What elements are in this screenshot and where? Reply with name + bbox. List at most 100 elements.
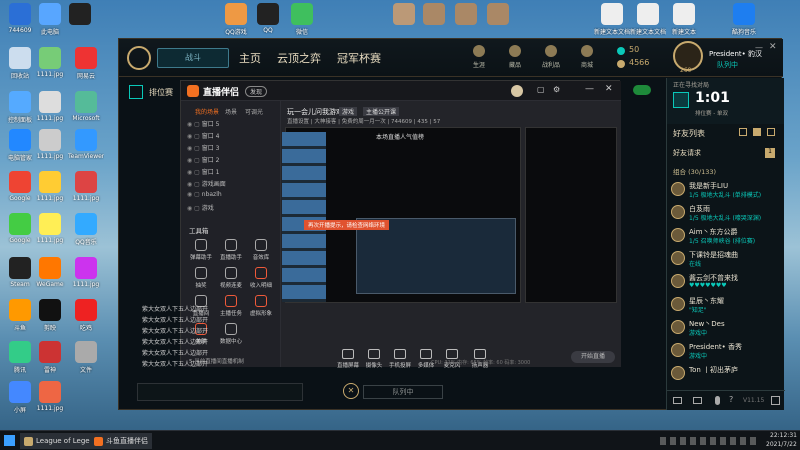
desktop-icon[interactable]: TeamViewer — [68, 129, 104, 160]
lol-logo-icon[interactable] — [127, 46, 151, 70]
settings-icon[interactable]: ⚙ — [553, 85, 560, 94]
lock-icon[interactable]: ▢ — [194, 157, 200, 164]
tool-loot[interactable]: 战利品 — [537, 45, 565, 69]
friend-item[interactable]: 酱云剑不曾来找 ♥♥♥♥♥♥♥ — [671, 272, 783, 292]
toolbox-item[interactable]: 弹幕助手 — [189, 239, 213, 261]
play-button[interactable]: 战斗 — [157, 48, 229, 68]
lock-icon[interactable]: ▢ — [194, 121, 200, 128]
taskbar-stream[interactable]: 斗鱼直播伴侣 — [90, 433, 152, 449]
desktop-icon[interactable]: 新建文本 — [666, 3, 702, 36]
desktop-icon[interactable]: 1111.jpg — [32, 381, 68, 412]
desktop-icon[interactable]: 1111.jpg — [68, 171, 104, 202]
source-item[interactable]: ◉ ▢ 窗口 5 — [187, 119, 220, 128]
lock-icon[interactable]: ▢ — [194, 181, 200, 188]
chat-icon[interactable] — [673, 397, 682, 404]
desktop-icon[interactable]: 网易云 — [68, 47, 104, 80]
desktop-icon[interactable]: 1111.jpg — [32, 91, 68, 122]
desktop-icon[interactable] — [416, 3, 452, 27]
desktop-icon[interactable]: 新建文本文档 — [594, 3, 630, 36]
source-item[interactable]: ◉ ▢ 窗口 4 — [187, 131, 220, 140]
eye-icon[interactable]: ◉ — [187, 191, 192, 198]
source-item[interactable]: ◉ ▢ 窗口 1 — [187, 167, 220, 176]
desktop-icon[interactable] — [62, 3, 98, 27]
tool-store[interactable]: 商城 — [573, 45, 601, 69]
lock-icon[interactable]: ▢ — [194, 205, 200, 212]
add-friend-icon[interactable] — [739, 128, 747, 136]
tab-my-scene[interactable]: 我的场景 — [195, 107, 219, 116]
eye-icon[interactable]: ◉ — [187, 121, 192, 128]
source-item[interactable]: ◉ ▢ nbazlh — [187, 191, 222, 198]
desktop-icon[interactable]: QQ — [250, 3, 286, 34]
toolbox-item[interactable]: 视频连麦 — [219, 267, 243, 289]
clock-time[interactable]: 22:12:31 — [770, 432, 797, 439]
lock-icon[interactable]: ▢ — [194, 145, 200, 152]
desktop-icon[interactable]: 1111.jpg — [32, 171, 68, 202]
desktop-icon[interactable]: WeGame — [32, 257, 68, 288]
room-tag-class[interactable]: 主播公开课 — [363, 107, 400, 116]
desktop-icon[interactable]: Microsoft — [68, 91, 104, 122]
control-button[interactable]: 直播屏幕 — [335, 349, 361, 369]
nav-tft[interactable]: 云顶之弈 — [277, 50, 321, 66]
control-button[interactable]: 摄像头 — [361, 349, 387, 369]
source-item[interactable]: ◉ ▢ 游戏画面 — [187, 179, 226, 188]
start-stream-button[interactable]: 开始直播 — [571, 351, 615, 363]
close-icon[interactable]: ✕ — [605, 84, 613, 94]
desktop-icon[interactable]: 1111.jpg — [32, 213, 68, 244]
close-button[interactable]: ✕ — [769, 42, 777, 52]
lock-icon[interactable]: ▢ — [194, 191, 200, 198]
nav-clash[interactable]: 冠军杯赛 — [337, 50, 381, 66]
tab-scene[interactable]: 场景 — [225, 107, 237, 116]
desktop-icon[interactable]: QQ音乐 — [68, 213, 104, 246]
folder-icon[interactable] — [753, 128, 761, 136]
room-tag-game[interactable]: 游戏 — [339, 107, 358, 116]
tray-icons[interactable] — [660, 437, 760, 445]
friend-item[interactable]: 白芨雨 1/5 极地大乱斗 (嚎哭深渊) — [671, 203, 783, 223]
start-icon[interactable] — [4, 435, 15, 446]
friend-item[interactable]: Ton 丨初出茅庐 — [671, 364, 783, 384]
mic-icon[interactable] — [715, 396, 720, 405]
desktop-icon[interactable] — [480, 3, 516, 27]
eye-icon[interactable]: ◉ — [187, 133, 192, 140]
friend-requests[interactable]: 好友请求 — [673, 148, 701, 158]
toolbox-item[interactable]: 音效库 — [249, 239, 273, 261]
notification-icon[interactable] — [771, 396, 780, 405]
lock-icon[interactable]: ▢ — [194, 169, 200, 176]
eye-icon[interactable]: ◉ — [187, 205, 192, 212]
source-item[interactable]: ◉ ▢ 窗口 2 — [187, 155, 220, 164]
desktop-icon[interactable]: 1111.jpg — [68, 257, 104, 288]
desktop-icon[interactable]: 新建文本文档 — [630, 3, 666, 36]
toggle-switch[interactable] — [633, 85, 651, 95]
toolbox-item[interactable]: 收入明细 — [249, 267, 273, 289]
user-avatar[interactable] — [511, 85, 523, 97]
desktop-icon[interactable]: 文件 — [68, 341, 104, 374]
queue-button[interactable]: 队列中 — [363, 385, 443, 399]
sort-icon[interactable] — [767, 128, 775, 136]
source-item[interactable]: ◉ ▢ 游戏 — [187, 203, 214, 212]
desktop-icon[interactable]: 酷狗音乐 — [726, 3, 762, 36]
eye-icon[interactable]: ◉ — [187, 157, 192, 164]
lock-icon[interactable]: ▢ — [194, 133, 200, 140]
friend-item[interactable]: President• 香秀 游戏中 — [671, 341, 783, 361]
toolbox-item[interactable]: 直播助手 — [219, 239, 243, 261]
tool-collection[interactable]: 藏品 — [501, 45, 529, 69]
desktop-icon[interactable]: 微信 — [284, 3, 320, 36]
desktop-icon[interactable]: 吃鸡 — [68, 299, 104, 332]
desktop-icon[interactable]: 1111.jpg — [32, 129, 68, 160]
desktop-icon[interactable]: 1111.jpg — [32, 47, 68, 78]
eye-icon[interactable]: ◉ — [187, 169, 192, 176]
toolbox-item[interactable]: 数据中心 — [219, 323, 243, 345]
control-button[interactable]: 手机投屏 — [387, 349, 413, 369]
desktop-icon[interactable] — [448, 3, 484, 27]
room-title[interactable]: 玩一会儿问我游戏 — [287, 107, 343, 117]
desktop-icon[interactable]: 雷神 — [32, 341, 68, 374]
source-item[interactable]: ◉ ▢ 窗口 3 — [187, 143, 220, 152]
nav-home[interactable]: 主页 — [239, 50, 261, 66]
toolbox-item[interactable]: 主播任务 — [219, 295, 243, 317]
friend-item[interactable]: 我是新手LIU 1/5 极地大乱斗 (单排模式) — [671, 180, 783, 200]
friend-item[interactable]: 下课铃是招魂曲 在线 — [671, 249, 783, 269]
help-icon[interactable]: ? — [729, 395, 733, 404]
mail-icon[interactable] — [693, 397, 702, 404]
toolbox-item[interactable]: 虚拟形象 — [249, 295, 273, 317]
minimize-button[interactable]: — — [755, 43, 763, 52]
desktop-icon[interactable]: 剪映 — [32, 299, 68, 332]
